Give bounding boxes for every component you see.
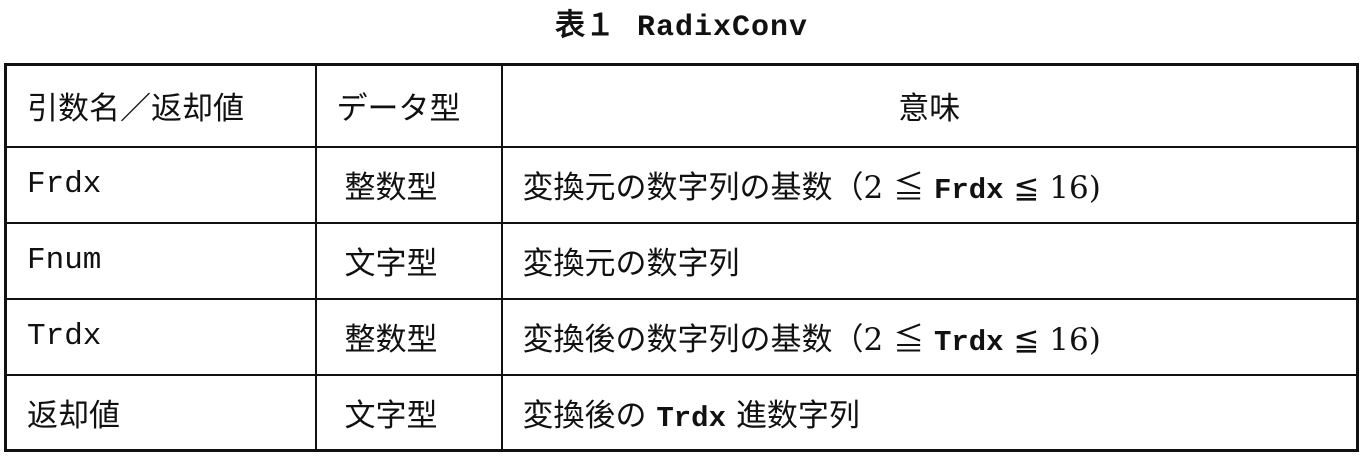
meaning-text: ≦ 16) <box>1003 170 1101 206</box>
meaning-cell: 変換後の数字列の基数（2 ≦ Trdx ≦ 16) <box>500 297 1359 376</box>
param-name-cell: Fnum <box>4 221 317 300</box>
function-name: RadixConv <box>636 11 809 45</box>
table-caption: 表１ RadixConv <box>0 4 1363 48</box>
param-name-cell: Trdx <box>4 297 317 376</box>
meaning-cell: 変換元の数字列 <box>500 221 1359 300</box>
table-row: Trdx 整数型 変換後の数字列の基数（2 ≦ Trdx ≦ 16) <box>4 297 1359 376</box>
meaning-text: 進数字列 <box>725 397 860 434</box>
header-data-type: データ型 <box>314 63 503 148</box>
header-parameter-name: 引数名／返却値 <box>4 63 317 148</box>
data-type-cell: 整数型 <box>314 145 503 224</box>
meaning-cell: 変換元の数字列の基数（2 ≦ Frdx ≦ 16) <box>500 145 1359 224</box>
table-number: 表１ <box>554 8 615 43</box>
meaning-text: 変換元の数字列の基数（2 ≦ <box>522 170 934 206</box>
table-row: Frdx 整数型 変換元の数字列の基数（2 ≦ Frdx ≦ 16) <box>4 145 1359 224</box>
data-type-cell: 整数型 <box>314 297 503 376</box>
param-name-cell: 返却値 <box>4 373 317 452</box>
table-row: Fnum 文字型 変換元の数字列 <box>4 221 1359 300</box>
meaning-code: Trdx <box>933 326 1004 359</box>
header-meaning: 意味 <box>500 63 1359 148</box>
meaning-text: 変換後の <box>522 397 657 434</box>
meaning-text: 変換元の数字列 <box>522 246 740 282</box>
meaning-text: ≦ 16) <box>1003 322 1101 358</box>
meaning-code: Trdx <box>656 401 726 435</box>
data-type-cell: 文字型 <box>314 373 503 452</box>
parameter-table: 引数名／返却値 データ型 意味 Frdx 整数型 変換元の数字列の基数（2 ≦ … <box>4 63 1359 452</box>
table-row: 返却値 文字型 変換後の Trdx 進数字列 <box>4 373 1359 452</box>
header-row: 引数名／返却値 データ型 意味 <box>4 63 1359 148</box>
meaning-cell: 変換後の Trdx 進数字列 <box>500 373 1359 452</box>
param-name-cell: Frdx <box>4 145 317 224</box>
data-type-cell: 文字型 <box>314 221 503 300</box>
meaning-text: 変換後の数字列の基数（2 ≦ <box>522 322 934 358</box>
meaning-code: Frdx <box>933 174 1004 207</box>
